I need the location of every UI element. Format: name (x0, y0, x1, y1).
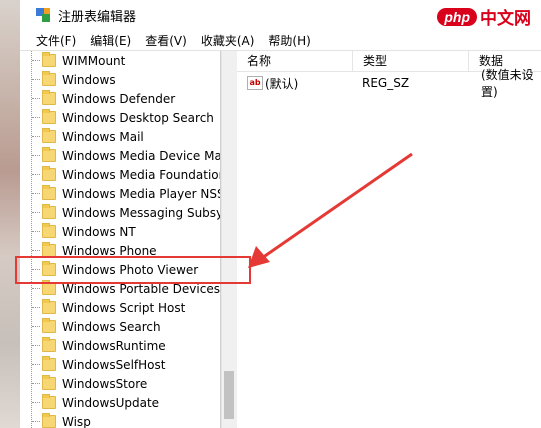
tree-item[interactable]: Windows Search (32, 317, 161, 336)
tree-connector (32, 383, 40, 384)
tree-item-label: WindowsUpdate (62, 395, 160, 410)
tree-connector (32, 155, 40, 156)
scrollbar-thumb[interactable] (224, 371, 234, 419)
string-value-icon: ab (247, 76, 263, 90)
folder-icon (42, 128, 56, 143)
menu-file[interactable]: 文件(F) (30, 32, 82, 49)
tree-item-label: Windows Search (62, 319, 161, 334)
tree-connector (32, 421, 40, 422)
tree-connector (32, 117, 40, 118)
tree-connector (32, 364, 40, 365)
registry-editor-window: 注册表编辑器 php 中文网 文件(F) 编辑(E) 查看(V) 收藏夹(A) … (20, 0, 541, 428)
tree-connector (32, 212, 40, 213)
menu-favorites[interactable]: 收藏夹(A) (195, 32, 261, 49)
tree-item-label: Windows Desktop Search (62, 110, 214, 125)
menu-view[interactable]: 查看(V) (139, 32, 193, 49)
values-pane: 名称 类型 数据 ab (默认) REG_SZ (数值未设置) (237, 51, 541, 428)
tree-connector (32, 402, 40, 403)
tree-connector (32, 136, 40, 137)
folder-icon (42, 223, 56, 238)
tree-item[interactable]: Windows Desktop Search (32, 108, 214, 127)
value-data: (数值未设置) (481, 68, 534, 99)
tree-connector (32, 174, 40, 175)
tree-item[interactable]: WindowsRuntime (32, 336, 166, 355)
tree-item-label: Windows Messaging Subsyst (62, 205, 221, 220)
folder-icon (42, 166, 56, 181)
folder-icon (42, 375, 56, 390)
value-type: REG_SZ (362, 76, 410, 90)
tree-connector (32, 288, 40, 289)
tree-item[interactable]: WindowsSelfHost (32, 355, 165, 374)
value-row[interactable]: ab (默认) REG_SZ (数值未设置) (237, 68, 541, 99)
tree-connector (32, 326, 40, 327)
tree-item-label: Windows Script Host (62, 300, 186, 315)
title-bar: 注册表编辑器 php 中文网 (20, 0, 541, 30)
window-title: 注册表编辑器 (58, 9, 137, 25)
watermark: php 中文网 (437, 4, 531, 29)
tree-item-label: WIMMount (62, 53, 126, 68)
folder-icon (42, 394, 56, 409)
tree-item[interactable]: Windows NT (32, 222, 136, 241)
tree-connector (32, 231, 40, 232)
tree-item[interactable]: Windows (32, 70, 116, 89)
tree-item[interactable]: WindowsStore (32, 374, 147, 393)
tree-connector (32, 193, 40, 194)
tree-item-label: Windows (62, 72, 116, 87)
folder-icon (42, 413, 56, 428)
tree-connector (32, 307, 40, 308)
tree-item-label: Windows Media Foundation (62, 167, 221, 182)
folder-icon (42, 71, 56, 86)
tree-item[interactable]: Windows Defender (32, 89, 175, 108)
tree-item-label: Wisp (62, 414, 91, 428)
tree-item-label: Windows Media Device Mana (62, 148, 221, 163)
folder-icon (42, 204, 56, 219)
tree-scrollbar[interactable] (221, 51, 237, 428)
tree-connector (32, 345, 40, 346)
column-header-name[interactable]: 名称 (237, 51, 353, 71)
menu-bar: 文件(F) 编辑(E) 查看(V) 收藏夹(A) 帮助(H) (20, 30, 541, 51)
folder-icon (42, 109, 56, 124)
tree-item-label: Windows Media Player NSS (62, 186, 221, 201)
tree-item[interactable]: Windows Media Foundation (32, 165, 221, 184)
tree-item[interactable]: WindowsUpdate (32, 393, 159, 412)
menu-help[interactable]: 帮助(H) (262, 32, 316, 49)
tree-connector (32, 60, 40, 61)
folder-icon (42, 90, 56, 105)
folder-icon (42, 356, 56, 371)
folder-icon (42, 337, 56, 352)
tree-item[interactable]: Windows Messaging Subsyst (32, 203, 221, 222)
watermark-text: 中文网 (480, 9, 531, 28)
tree-item[interactable]: Windows Media Player NSS (32, 184, 221, 203)
column-header-type[interactable]: 类型 (353, 51, 469, 71)
tree-connector (32, 250, 40, 251)
tree-item[interactable]: Windows Script Host (32, 298, 185, 317)
menu-edit[interactable]: 编辑(E) (84, 32, 137, 49)
folder-icon (42, 185, 56, 200)
tree-item-label: WindowsSelfHost (62, 357, 166, 372)
tree-item[interactable]: Windows Mail (32, 127, 144, 146)
tree-connector (32, 98, 40, 99)
tree-item[interactable]: WIMMount (32, 51, 125, 70)
tree-connector (32, 79, 40, 80)
tree-item-label: Windows NT (62, 224, 136, 239)
folder-icon (42, 147, 56, 162)
folder-icon (42, 318, 56, 333)
tree-item-label: Windows Mail (62, 129, 144, 144)
tree-item[interactable]: Wisp (32, 412, 91, 428)
watermark-logo: php (437, 7, 477, 26)
tree-item-label: WindowsRuntime (62, 338, 166, 353)
main-content: WIMMount Windows Windows Defender Windows D… (20, 51, 541, 428)
folder-icon (42, 52, 56, 67)
tree-item-label: Windows Defender (62, 91, 176, 106)
annotation-highlight-box (15, 256, 251, 284)
value-name: (默认) (265, 76, 299, 91)
regedit-icon (36, 8, 50, 22)
registry-tree: WIMMount Windows Windows Defender Windows D… (20, 51, 221, 428)
tree-item[interactable]: Windows Media Device Mana (32, 146, 221, 165)
folder-icon (42, 299, 56, 314)
tree-item-label: WindowsStore (62, 376, 148, 391)
desktop-wallpaper (0, 0, 20, 428)
